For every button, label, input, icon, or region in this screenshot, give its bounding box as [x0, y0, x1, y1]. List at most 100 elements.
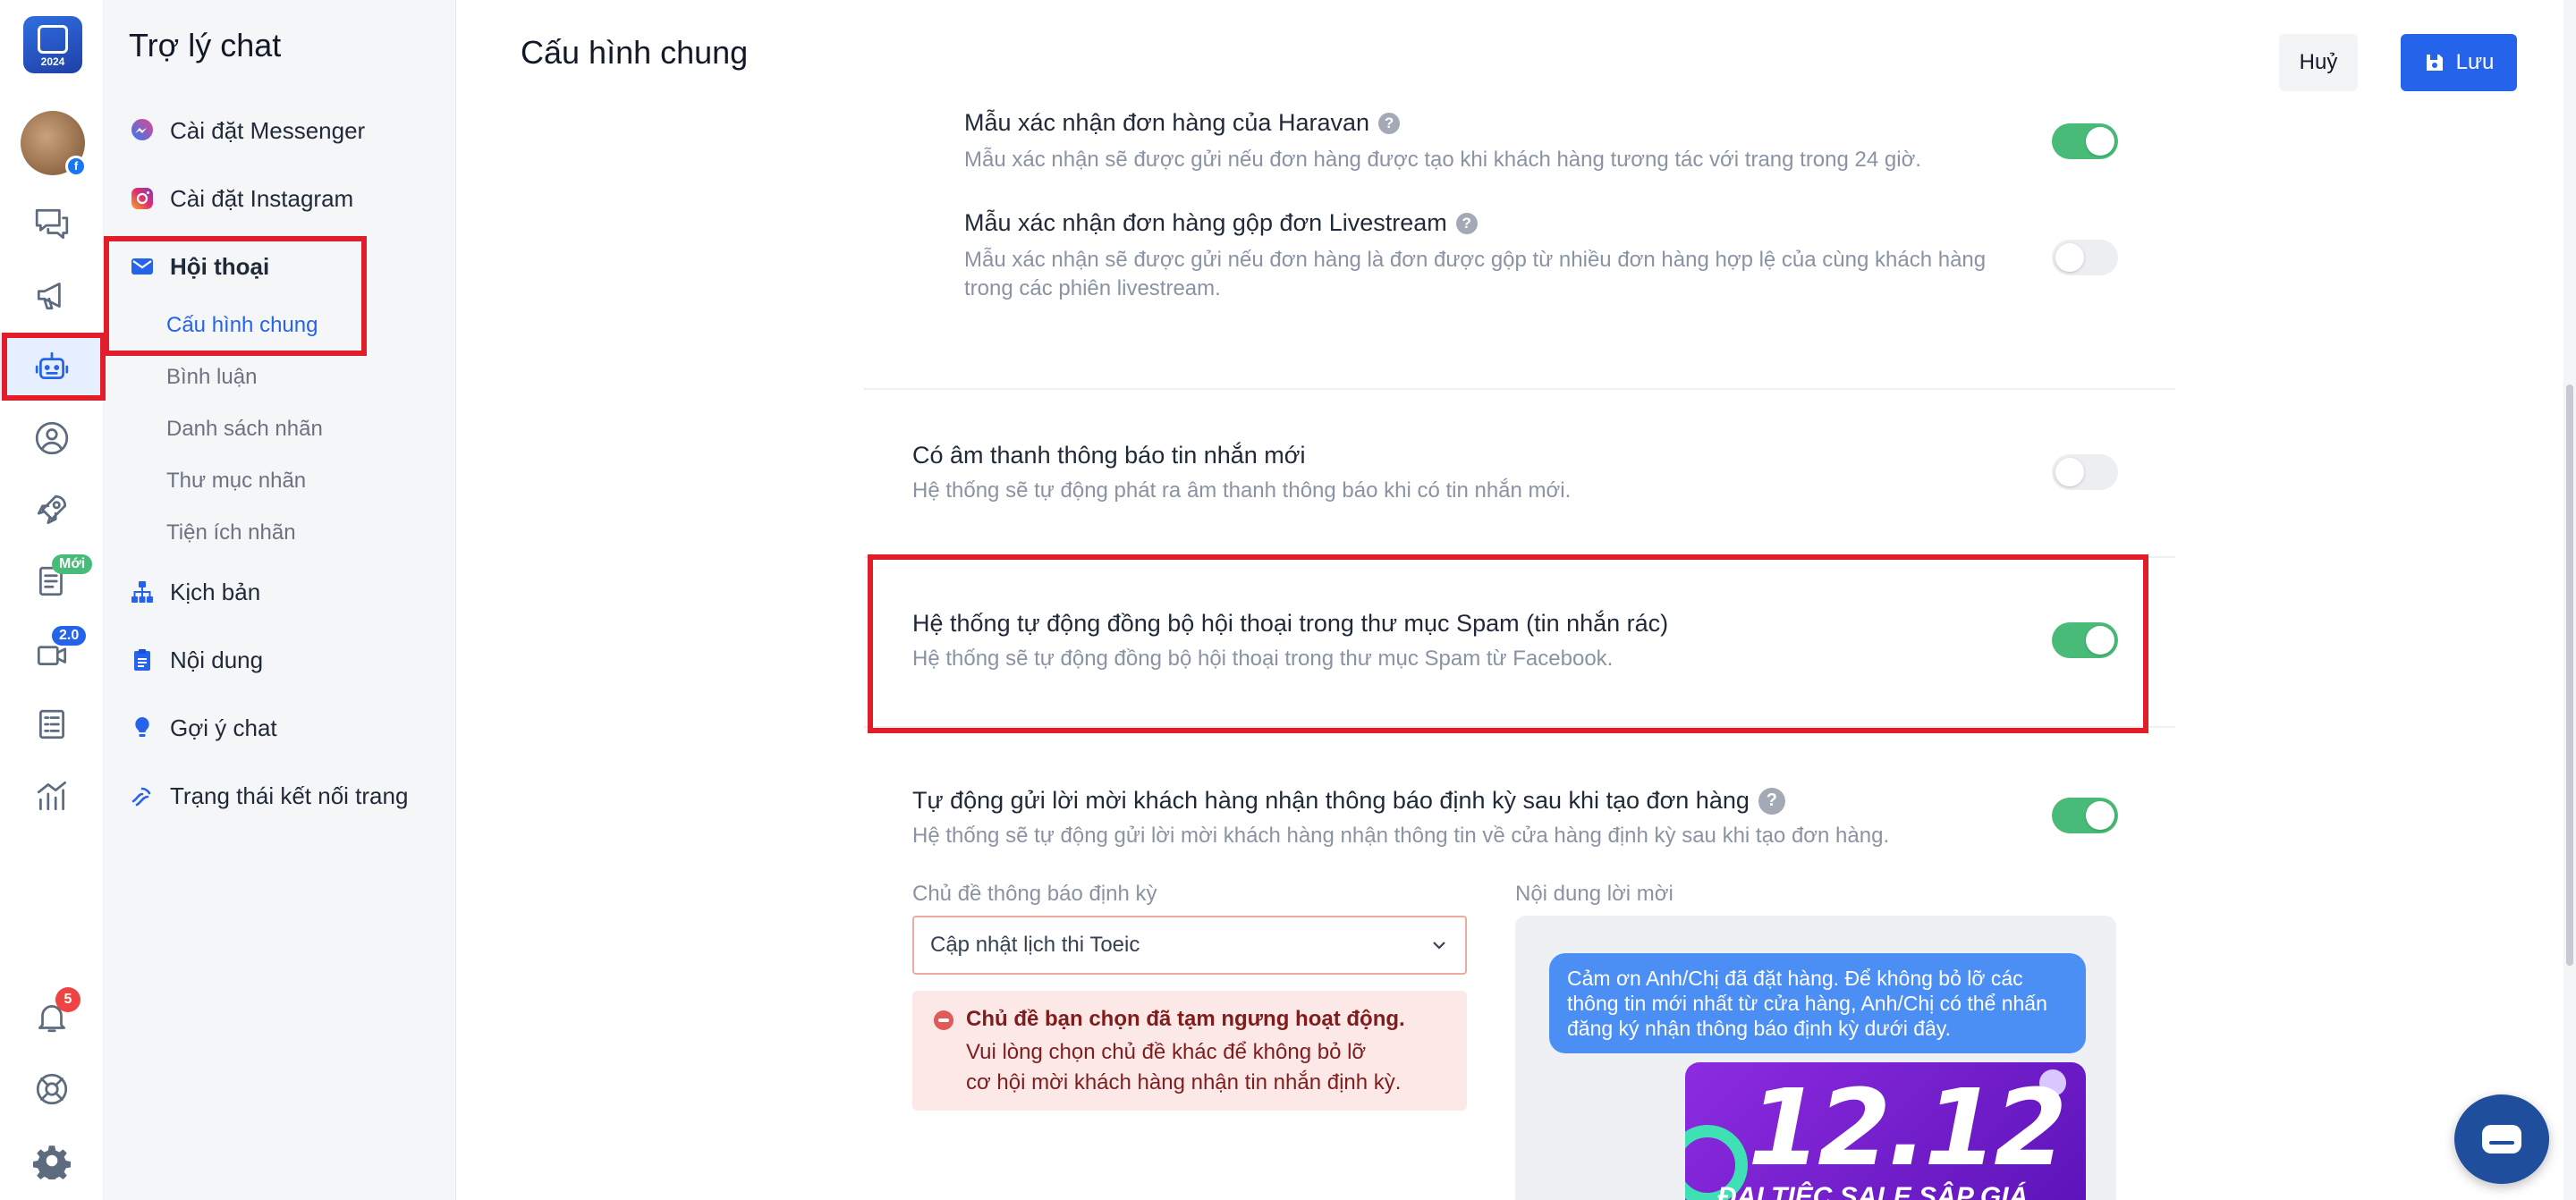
app-logo[interactable]: 2024: [23, 16, 82, 73]
user-circle-icon: [35, 421, 69, 455]
sidebar-subitem-label-utility[interactable]: Tiện ích nhãn: [166, 517, 296, 549]
toggle-livestream[interactable]: [2052, 240, 2118, 275]
sidebar-item-content[interactable]: Nội dung: [129, 642, 263, 678]
setting-title-haravan: Mẫu xác nhận đơn hàng của Haravan ?: [964, 109, 1401, 137]
rail-chat-button[interactable]: [0, 190, 104, 258]
error-line: Vui lòng chọn chủ đề khác để không bỏ lỡ: [966, 1040, 1367, 1064]
toggle-knob: [2086, 127, 2114, 156]
topic-select-value: Cập nhật lịch thi Toeic: [930, 933, 1140, 957]
save-button[interactable]: Lưu: [2401, 34, 2517, 91]
sidebar-item-label: Kịch bản: [170, 578, 261, 605]
sidebar-subitem-label-folder[interactable]: Thư mục nhãn: [166, 465, 306, 497]
rail-help-button[interactable]: [0, 1055, 104, 1123]
rail-report-button[interactable]: [0, 690, 104, 758]
sidebar-item-chat-suggestion[interactable]: Gợi ý chat: [129, 710, 277, 746]
sidebar-subitem-comments[interactable]: Bình luận: [166, 361, 257, 393]
rail-notification-button[interactable]: [0, 984, 104, 1052]
toggle-knob: [2086, 626, 2114, 655]
invite-content-label: Nội dung lời mời: [1515, 882, 1674, 906]
promo-image: 12.12 ĐẠI TIỆC SALE SẬP GIÁ: [1685, 1062, 2086, 1200]
sitemap-icon: [129, 579, 156, 605]
save-button-label: Lưu: [2455, 50, 2495, 74]
wave-icon: [129, 782, 156, 809]
toggle-knob: [2055, 458, 2084, 486]
sidebar-item-conversation[interactable]: Hội thoại: [129, 249, 269, 284]
divider: [864, 388, 2175, 390]
toggle-spam-sync[interactable]: [2052, 622, 2118, 658]
rail-livestream-button[interactable]: [0, 619, 104, 687]
setting-desc-haravan: Mẫu xác nhận sẽ được gửi nếu đơn hàng đư…: [964, 148, 1921, 172]
clipboard-icon: [129, 646, 156, 673]
scrollbar-thumb[interactable]: [2566, 385, 2573, 966]
floppy-disk-icon: [2426, 55, 2443, 71]
setting-title-livestream: Mẫu xác nhận đơn hàng gộp đơn Livestream…: [964, 209, 1478, 237]
error-title: Chủ đề bạn chọn đã tạm ngưng hoạt động.: [966, 1007, 1405, 1031]
error-message: Vui lòng chọn chủ đề khác để không bỏ lỡ…: [966, 1037, 1401, 1098]
rail-campaign-button[interactable]: [0, 261, 104, 329]
help-icon[interactable]: ?: [1455, 212, 1478, 234]
toggle-knob: [2086, 801, 2114, 830]
invite-preview: Cảm ơn Anh/Chị đã đặt hàng. Để không bỏ …: [1515, 916, 2116, 1200]
rail-bot-button[interactable]: [0, 333, 104, 401]
sidebar: Trợ lý chat Cài đặt Messenger Cài đặt In…: [104, 0, 456, 1200]
sidebar-item-label: Cài đặt Messenger: [170, 116, 366, 144]
setting-desc-sound: Hệ thống sẽ tự động phát ra âm thanh thô…: [912, 478, 1572, 503]
promo-headline: 12.12: [1748, 1066, 2067, 1189]
help-icon[interactable]: ?: [1758, 787, 1785, 815]
chat-support-button[interactable]: [2454, 1094, 2549, 1184]
megaphone-icon: [37, 283, 61, 310]
sidebar-item-label: Trạng thái kết nối trang: [170, 782, 409, 809]
icon-rail: 2024 f Mới 2.0 5: [0, 0, 104, 1200]
sidebar-item-instagram[interactable]: Cài đặt Instagram: [129, 181, 353, 216]
rail-settings-button[interactable]: [0, 1127, 104, 1195]
new-badge: Mới: [52, 554, 93, 574]
promo-subtitle: ĐẠI TIỆC SALE SẬP GIÁ: [1717, 1182, 2029, 1200]
sidebar-subitem-label-list[interactable]: Danh sách nhãn: [166, 413, 323, 445]
setting-desc-spam-sync: Hệ thống sẽ tự động đồng bộ hội thoại tr…: [912, 646, 1614, 671]
app: 2024 f Mới 2.0 5 Trợ lý chat Cài đặt Mes…: [0, 0, 2576, 1200]
rail-analytics-button[interactable]: [0, 762, 104, 830]
setting-desc-livestream-line2: trong các phiên livestream.: [964, 276, 1221, 300]
toggle-sound[interactable]: [2052, 454, 2118, 490]
sidebar-item-messenger[interactable]: Cài đặt Messenger: [129, 113, 365, 148]
toggle-knob: [2055, 243, 2084, 272]
avatar[interactable]: f: [21, 111, 87, 177]
cancel-button[interactable]: Huỷ: [2279, 34, 2358, 91]
sidebar-item-script[interactable]: Kịch bản: [129, 574, 260, 610]
robot-icon: [35, 351, 69, 379]
rail-customer-button[interactable]: [0, 404, 104, 472]
sidebar-item-page-connection[interactable]: Trạng thái kết nối trang: [129, 778, 408, 814]
gear-icon: [33, 1145, 71, 1179]
setting-desc-livestream-line1: Mẫu xác nhận sẽ được gửi nếu đơn hàng là…: [964, 248, 1987, 272]
chat-bubbles-icon: [35, 208, 69, 240]
lifebuoy-icon: [36, 1073, 68, 1105]
messenger-icon: [129, 117, 156, 144]
divider: [864, 726, 2175, 728]
scrollbar[interactable]: [2563, 0, 2576, 1200]
rail-boost-button[interactable]: [0, 476, 104, 544]
logo-year: 2024: [40, 55, 65, 68]
setting-desc-periodic-invite: Hệ thống sẽ tự động gửi lời mời khách hà…: [912, 824, 1890, 848]
divider: [864, 556, 2175, 558]
chat-icon: [2482, 1125, 2521, 1154]
lightbulb-icon: [129, 714, 156, 741]
notification-count-badge: 5: [55, 987, 80, 1012]
setting-title-spam-sync: Hệ thống tự động đồng bộ hội thoại trong…: [912, 610, 1669, 637]
topic-select[interactable]: Cập nhật lịch thi Toeic: [912, 916, 1467, 975]
logo-frame-icon: [38, 25, 68, 54]
facebook-icon: f: [65, 156, 87, 177]
instagram-icon: [129, 185, 156, 212]
sidebar-subitem-general-config[interactable]: Cấu hình chung: [166, 309, 318, 342]
main-content: Cấu hình chung Huỷ Lưu Mẫu xác nhận đơn …: [456, 0, 2576, 1200]
checklist-icon: [39, 709, 64, 739]
sidebar-item-label: Cài đặt Instagram: [170, 184, 354, 212]
sidebar-item-label: Hội thoại: [170, 252, 270, 280]
toggle-haravan[interactable]: [2052, 123, 2118, 159]
invite-message-bubble: Cảm ơn Anh/Chị đã đặt hàng. Để không bỏ …: [1549, 953, 2086, 1053]
setting-title-sound: Có âm thanh thông báo tin nhắn mới: [912, 442, 1306, 469]
rocket-icon: [37, 494, 67, 525]
help-icon[interactable]: ?: [1378, 112, 1401, 134]
toggle-periodic-invite[interactable]: [2052, 798, 2118, 833]
chart-icon: [37, 781, 67, 811]
topic-error-alert: Chủ đề bạn chọn đã tạm ngưng hoạt động. …: [912, 991, 1467, 1111]
